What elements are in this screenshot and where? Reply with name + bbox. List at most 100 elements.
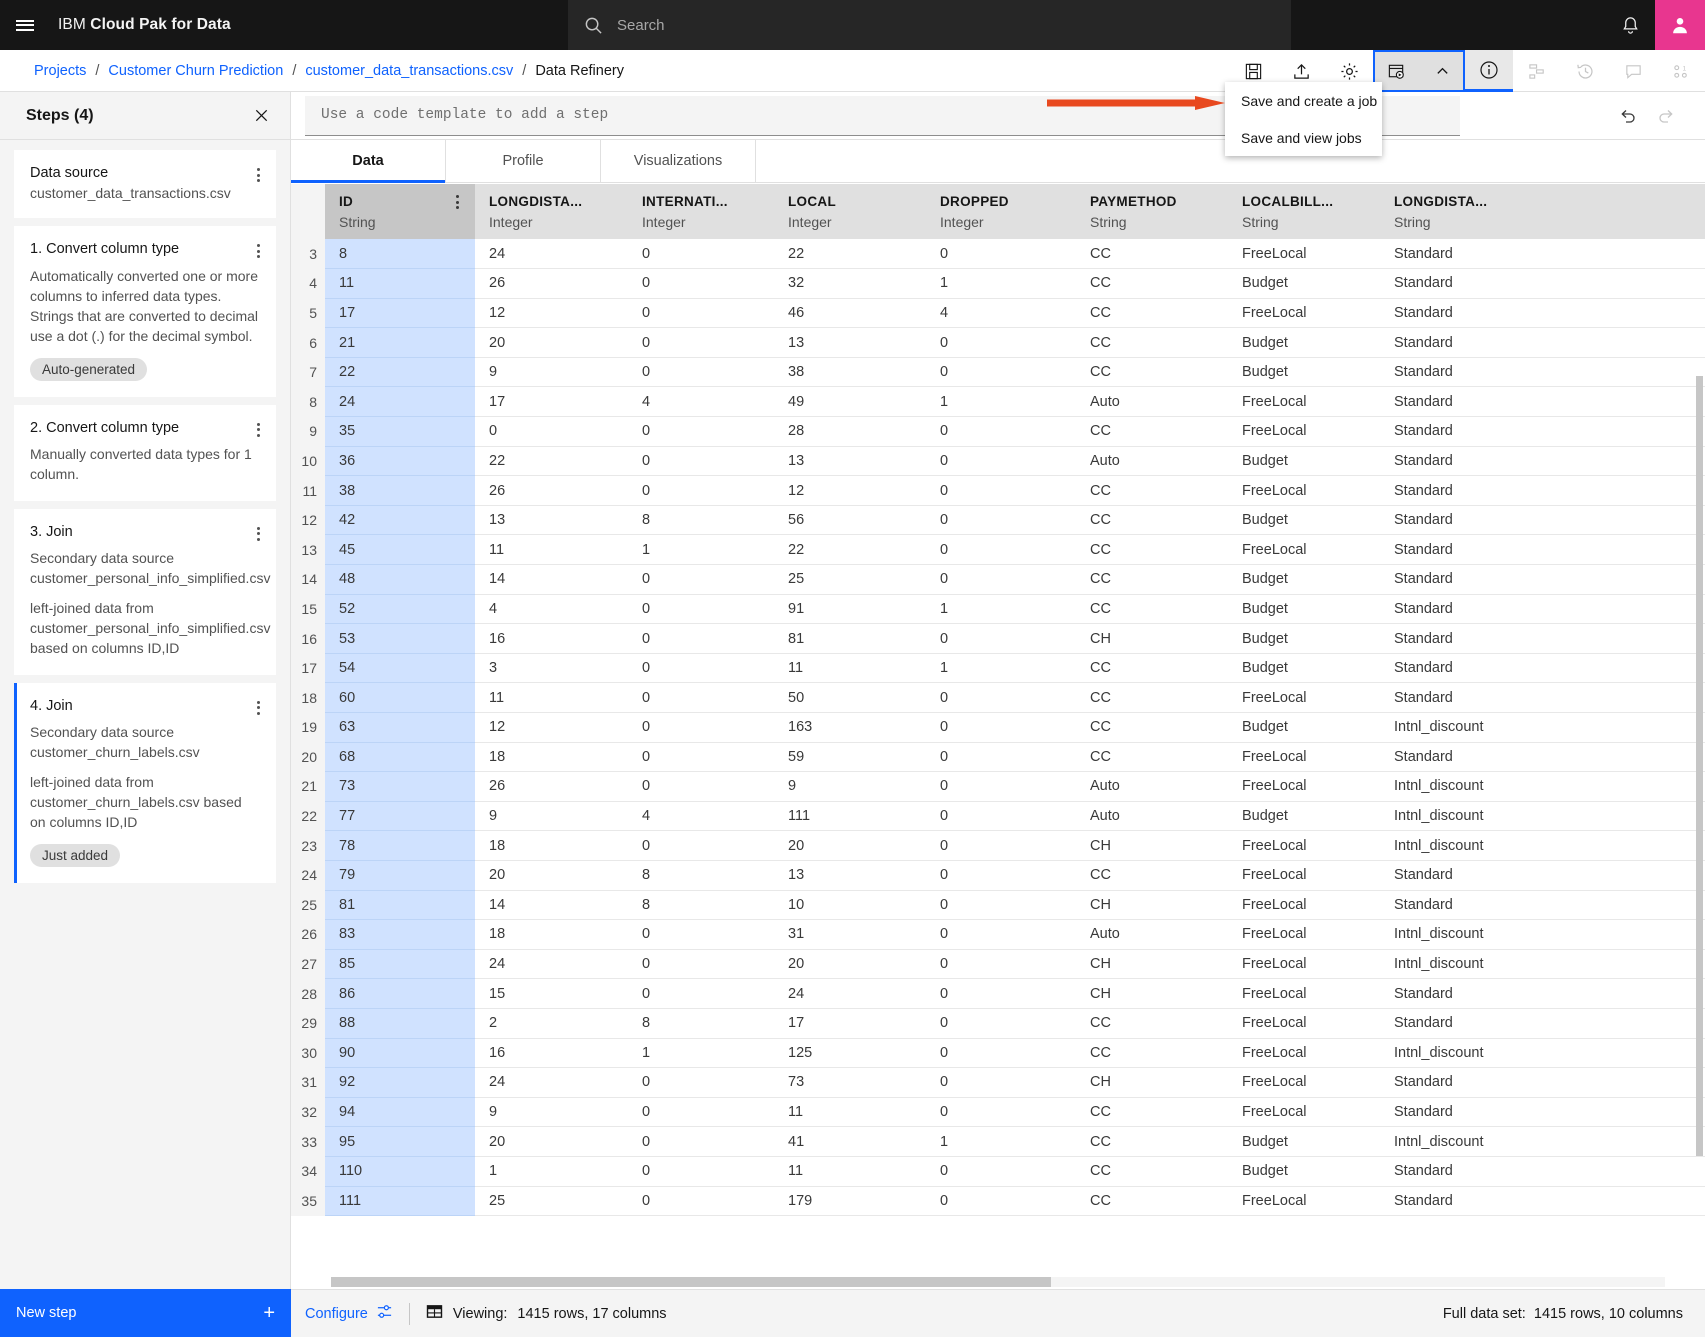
table-cell[interactable]: 20 [774,949,926,980]
table-cell[interactable]: 0 [628,446,774,477]
hamburger-menu-icon[interactable] [0,0,50,50]
table-cell[interactable]: Budget [1228,327,1380,358]
table-cell[interactable]: Standard [1380,978,1705,1009]
table-cell[interactable]: 12 [774,475,926,506]
table-cell[interactable]: Budget [1228,653,1380,684]
table-cell[interactable]: 13 [774,860,926,891]
table-cell[interactable]: 20 [774,830,926,861]
table-cell[interactable]: 14 [475,564,628,595]
table-cell[interactable]: FreeLocal [1228,298,1380,329]
table-cell[interactable]: 1 [475,1156,628,1187]
table-cell[interactable]: 0 [926,239,1076,270]
table-cell[interactable]: 24 [475,239,628,270]
table-cell[interactable]: 17 [475,386,628,418]
table-row[interactable]: 25 81 14 8 10 0 CH FreeLocal Standard [291,890,1705,921]
table-cell[interactable]: 56 [774,505,926,536]
table-cell[interactable]: 45 [325,534,475,566]
table-cell[interactable]: 3 [475,653,628,684]
table-row[interactable]: 4 11 26 0 32 1 CC Budget Standard [291,268,1705,299]
table-cell[interactable]: 0 [926,475,1076,506]
table-row[interactable]: 26 83 18 0 31 0 Auto FreeLocal Intnl_discount [291,919,1705,950]
table-cell[interactable]: Standard [1380,1008,1705,1039]
table-cell[interactable]: 0 [628,416,774,447]
table-cell[interactable]: 20 [475,1126,628,1157]
table-cell[interactable]: Standard [1380,505,1705,536]
table-cell[interactable]: 12 [475,712,628,743]
table-cell[interactable]: CC [1076,1097,1228,1128]
table-cell[interactable]: 95 [325,1126,475,1157]
table-row[interactable]: 5 17 12 0 46 4 CC FreeLocal Standard [291,298,1705,329]
table-cell[interactable]: Auto [1076,446,1228,477]
tab-data[interactable]: Data [291,140,446,183]
table-cell[interactable]: FreeLocal [1228,919,1380,950]
table-cell[interactable]: 0 [926,801,1076,832]
table-cell[interactable]: Intnl_discount [1380,712,1705,743]
table-cell[interactable]: Budget [1228,268,1380,299]
table-row[interactable]: 33 95 20 0 41 1 CC Budget Intnl_discount [291,1126,1705,1157]
table-cell[interactable]: Standard [1380,594,1705,625]
flow-hierarchy-icon[interactable] [1513,50,1561,92]
table-cell[interactable]: Standard [1380,475,1705,506]
table-cell[interactable]: Standard [1380,298,1705,329]
table-cell[interactable]: CC [1076,416,1228,447]
table-cell[interactable]: 11 [325,268,475,299]
table-cell[interactable]: Auto [1076,386,1228,418]
table-cell[interactable]: FreeLocal [1228,386,1380,418]
table-cell[interactable]: FreeLocal [1228,475,1380,506]
information-icon[interactable] [1465,50,1513,92]
comment-icon[interactable] [1609,50,1657,92]
table-cell[interactable]: 9 [475,801,628,832]
redo-icon[interactable] [1649,99,1683,133]
table-row[interactable]: 18 60 11 0 50 0 CC FreeLocal Standard [291,682,1705,713]
table-cell[interactable]: 91 [774,594,926,625]
table-cell[interactable]: 13 [774,327,926,358]
column-header-localbilltype[interactable]: LOCALBILL... String [1228,184,1380,239]
table-cell[interactable]: 24 [325,386,475,418]
table-cell[interactable]: 0 [628,919,774,950]
table-cell[interactable]: 1 [926,268,1076,299]
table-cell[interactable]: 24 [475,949,628,980]
table-cell[interactable]: 90 [325,1038,475,1069]
table-cell[interactable]: 59 [774,742,926,773]
table-row[interactable]: 34 110 1 0 11 0 CC Budget Standard [291,1156,1705,1187]
table-cell[interactable]: CC [1076,594,1228,625]
table-cell[interactable]: 0 [628,239,774,270]
table-row[interactable]: 17 54 3 0 11 1 CC Budget Standard [291,653,1705,684]
breadcrumb-item-projects[interactable]: Projects [34,63,86,79]
table-cell[interactable]: 0 [628,327,774,358]
table-cell[interactable]: 8 [628,890,774,921]
overflow-menu-icon[interactable] [253,164,264,186]
table-cell[interactable]: 0 [926,682,1076,713]
table-cell[interactable]: Standard [1380,860,1705,891]
table-cell[interactable]: 88 [325,1008,475,1039]
table-cell[interactable]: 32 [774,268,926,299]
table-cell[interactable]: 83 [325,919,475,950]
jobs-button-group[interactable] [1373,50,1465,92]
menu-item-save-and-view-jobs[interactable]: Save and view jobs [1225,119,1382,156]
undo-icon[interactable] [1611,99,1645,133]
table-cell[interactable]: Budget [1228,801,1380,832]
table-cell[interactable]: 0 [628,475,774,506]
table-cell[interactable]: 11 [475,534,628,566]
table-cell[interactable]: 0 [926,534,1076,566]
table-cell[interactable]: 25 [774,564,926,595]
table-cell[interactable]: 0 [926,860,1076,891]
table-cell[interactable]: Standard [1380,1067,1705,1098]
table-cell[interactable]: 0 [926,623,1076,654]
table-cell[interactable]: 4 [926,298,1076,329]
table-row[interactable]: 14 48 14 0 25 0 CC Budget Standard [291,564,1705,595]
table-cell[interactable]: 22 [475,446,628,477]
table-cell[interactable]: 1 [926,594,1076,625]
column-header-longdistance[interactable]: LONGDISTA... Integer [475,184,628,239]
table-cell[interactable]: 21 [325,327,475,358]
table-cell[interactable]: 4 [628,386,774,418]
table-cell[interactable]: 13 [774,446,926,477]
table-cell[interactable]: Budget [1228,712,1380,743]
table-cell[interactable]: CC [1076,712,1228,743]
table-cell[interactable]: 28 [774,416,926,447]
column-overflow-menu-icon[interactable] [456,195,459,209]
table-cell[interactable]: 17 [325,298,475,329]
table-cell[interactable]: Standard [1380,357,1705,388]
table-cell[interactable]: 0 [926,1008,1076,1039]
table-cell[interactable]: CC [1076,268,1228,299]
